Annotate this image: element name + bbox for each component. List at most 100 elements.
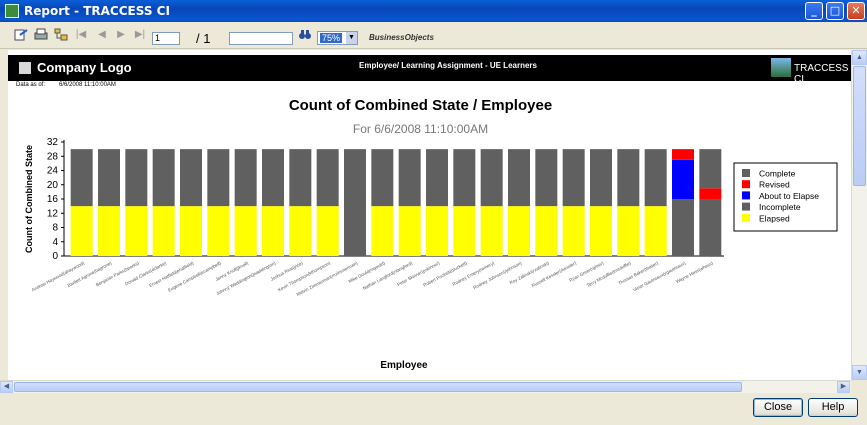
legend-entry: About to Elapse: [759, 191, 819, 201]
app-icon: [5, 4, 19, 18]
x-tick-label: Nathan Langford(nlangford): [362, 260, 414, 291]
bar-segment: [644, 149, 667, 207]
maximize-button[interactable]: □: [826, 2, 844, 20]
stacked-bar-chart: 048121620242832Andrew Haywood(ahaywood)B…: [24, 137, 838, 371]
horizontal-scroll-thumb[interactable]: [14, 382, 742, 392]
bar-segment: [562, 149, 585, 207]
bar-segment: [70, 149, 93, 207]
next-page-button[interactable]: ▶: [114, 28, 128, 41]
legend-entry: Elapsed: [759, 213, 790, 223]
dialog-button-bar: [0, 393, 867, 425]
first-page-button[interactable]: |◀: [74, 28, 88, 41]
bar-segment: [371, 149, 394, 207]
scroll-up-button[interactable]: ▲: [852, 50, 867, 65]
bar-segment: [344, 149, 366, 256]
report-viewer: Company Logo Employee/ Learning Assignme…: [8, 50, 851, 380]
bar-segment: [152, 206, 175, 256]
legend-swatch: [742, 202, 750, 211]
scroll-left-button[interactable]: ◀: [0, 381, 13, 393]
bar-segment: [644, 206, 667, 256]
bar-segment: [590, 206, 612, 256]
page-total: / 1: [196, 31, 211, 46]
bar-segment: [125, 206, 148, 256]
horizontal-scrollbar[interactable]: ◀ ▶: [0, 380, 851, 393]
minimize-button[interactable]: _: [805, 2, 823, 20]
bar-segment: [262, 206, 284, 256]
print-icon[interactable]: [34, 28, 48, 41]
bar-segment: [125, 149, 148, 207]
bar-segment: [316, 206, 339, 256]
bar-segment: [180, 206, 202, 256]
zoom-select[interactable]: 75% ▼: [317, 31, 358, 45]
bar-segment: [672, 159, 694, 199]
export-icon[interactable]: [14, 28, 28, 41]
bar-segment: [453, 206, 476, 256]
y-tick-label: 12: [47, 208, 59, 219]
bar-segment: [453, 149, 476, 207]
bar-segment: [699, 199, 722, 256]
group-tree-icon[interactable]: [54, 28, 68, 41]
binoculars-icon[interactable]: [298, 28, 312, 41]
bar-segment: [98, 149, 120, 207]
previous-page-button[interactable]: ◀: [95, 28, 109, 41]
bar-segment: [180, 149, 202, 207]
close-button[interactable]: Close: [753, 398, 803, 417]
bar-segment: [535, 206, 558, 256]
bar-segment: [562, 206, 585, 256]
businessobjects-logo: BusinessObjects: [369, 33, 434, 42]
bar-segment: [70, 206, 93, 256]
bar-segment: [617, 149, 640, 207]
help-button[interactable]: Help: [808, 398, 858, 417]
legend-swatch: [742, 180, 750, 189]
bar-segment: [672, 199, 694, 256]
x-tick-label: Eugene Campbell(ecampbell): [167, 260, 222, 292]
bar-segment: [398, 206, 421, 256]
window-title-bar[interactable]: Report - TRACCESS CI _ □ ✕: [0, 0, 867, 22]
vertical-scroll-thumb[interactable]: [853, 66, 866, 186]
chevron-down-icon[interactable]: ▼: [346, 32, 357, 44]
y-tick-label: 28: [47, 151, 59, 162]
window-title: Report - TRACCESS CI: [24, 4, 170, 18]
bar-segment: [508, 149, 530, 207]
bar-segment: [316, 149, 339, 207]
legend-entry: Complete: [759, 169, 796, 179]
page-number-input[interactable]: 1: [152, 32, 180, 45]
close-window-button[interactable]: ✕: [847, 2, 865, 20]
y-axis-label: Count of Combined State: [24, 145, 34, 253]
x-tick-label: Rodney Johnson(rjohnson): [472, 260, 522, 290]
bar-segment: [508, 206, 530, 256]
scroll-down-button[interactable]: ▼: [852, 365, 867, 380]
bar-segment: [699, 188, 722, 199]
bar-segment: [207, 149, 230, 207]
bar-segment: [207, 206, 230, 256]
bar-segment: [672, 149, 694, 160]
bar-segment: [234, 149, 257, 207]
x-tick-label: Russell Kessler(rkessler): [531, 260, 578, 288]
zoom-value: 75%: [320, 33, 343, 43]
bar-segment: [152, 149, 175, 207]
legend-entry: Revised: [759, 180, 790, 190]
bar-segment: [480, 149, 503, 207]
bar-segment: [398, 149, 421, 207]
last-page-button[interactable]: ▶|: [133, 28, 147, 41]
bar-segment: [590, 149, 612, 207]
bar-segment: [371, 206, 394, 256]
bar-segment: [289, 206, 312, 256]
y-tick-label: 8: [52, 223, 58, 234]
y-tick-label: 24: [47, 166, 59, 177]
search-input[interactable]: [229, 32, 293, 45]
y-tick-label: 0: [52, 251, 58, 262]
bar-segment: [617, 206, 640, 256]
bar-segment: [480, 206, 503, 256]
scroll-right-button[interactable]: ▶: [837, 381, 850, 393]
x-tick-label: Victor Gautreaux(vgautreaux): [632, 260, 687, 292]
x-tick-label: Andrew Haywood(ahaywood): [31, 260, 86, 292]
bar-segment: [262, 149, 284, 207]
bar-segment: [289, 149, 312, 207]
x-axis-label: Employee: [380, 360, 428, 371]
y-tick-label: 4: [52, 237, 58, 248]
legend-entry: Incomplete: [759, 202, 801, 212]
vertical-scrollbar[interactable]: ▲ ▼: [851, 50, 867, 380]
toolbar: |◀ ◀ ▶ ▶| 1 / 1 75% ▼ BusinessObjects: [0, 22, 867, 49]
legend-swatch: [742, 213, 750, 222]
